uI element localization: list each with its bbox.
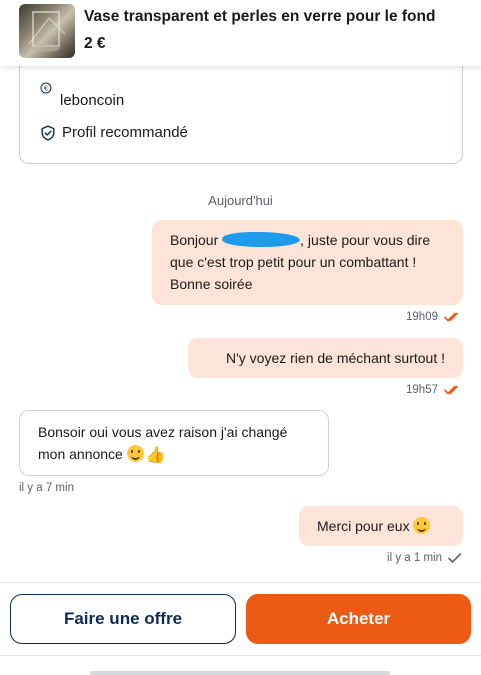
message-time: il y a 7 min: [19, 482, 74, 494]
incoming-message[interactable]: Bonsoir oui vous avez raison j'ai changé…: [19, 410, 329, 476]
outgoing-message[interactable]: Merci pour eux: [299, 506, 463, 546]
euro-icon: €: [40, 82, 52, 94]
message-time: il y a 1 min: [387, 552, 442, 564]
svg-text:€: €: [44, 86, 48, 93]
vase-photo-icon: [28, 11, 66, 52]
buy-button[interactable]: Acheter: [246, 594, 471, 644]
message-text: Merci pour eux: [317, 518, 410, 534]
double-check-icon: [444, 312, 462, 322]
bottom-divider: [0, 655, 481, 656]
message-meta: il y a 7 min: [19, 482, 74, 494]
date-separator: Aujourd'hui: [208, 193, 273, 208]
smile-emoji-icon: [126, 445, 144, 462]
check-icon: [448, 553, 462, 563]
message-text: N'y voyez rien de méchant surtout !: [226, 350, 445, 366]
listing-price: 2 €: [84, 35, 106, 52]
outgoing-message[interactable]: N'y voyez rien de méchant surtout !: [188, 338, 463, 378]
smile-emoji-icon: [413, 517, 431, 534]
recommended-profile-label: Profil recommandé: [62, 124, 188, 141]
home-indicator[interactable]: [90, 671, 390, 675]
outgoing-message[interactable]: Bonjour , juste pour vous dire que c'est…: [152, 220, 463, 305]
seller-profile-card[interactable]: € leboncoin Profil recommandé: [19, 60, 463, 164]
listing-thumbnail[interactable]: [19, 4, 75, 58]
shield-check-icon: [41, 125, 55, 141]
message-meta: il y a 1 min: [387, 552, 462, 564]
message-meta: 19h09: [406, 311, 462, 323]
listing-header[interactable]: Vase transparent et perles en verre pour…: [0, 0, 481, 66]
action-bar-divider: [0, 582, 481, 583]
message-time: 19h57: [406, 384, 438, 396]
listing-title[interactable]: Vase transparent et perles en verre pour…: [84, 8, 435, 26]
message-time: 19h09: [406, 311, 438, 323]
platform-label: leboncoin: [60, 92, 125, 109]
message-meta: 19h57: [406, 384, 462, 396]
redacted-name: [219, 232, 303, 247]
double-check-icon: [444, 385, 462, 395]
message-greeting: Bonjour: [170, 232, 219, 248]
thumbs-up-emoji-icon: 👍: [145, 447, 166, 464]
make-offer-button[interactable]: Faire une offre: [10, 594, 236, 644]
